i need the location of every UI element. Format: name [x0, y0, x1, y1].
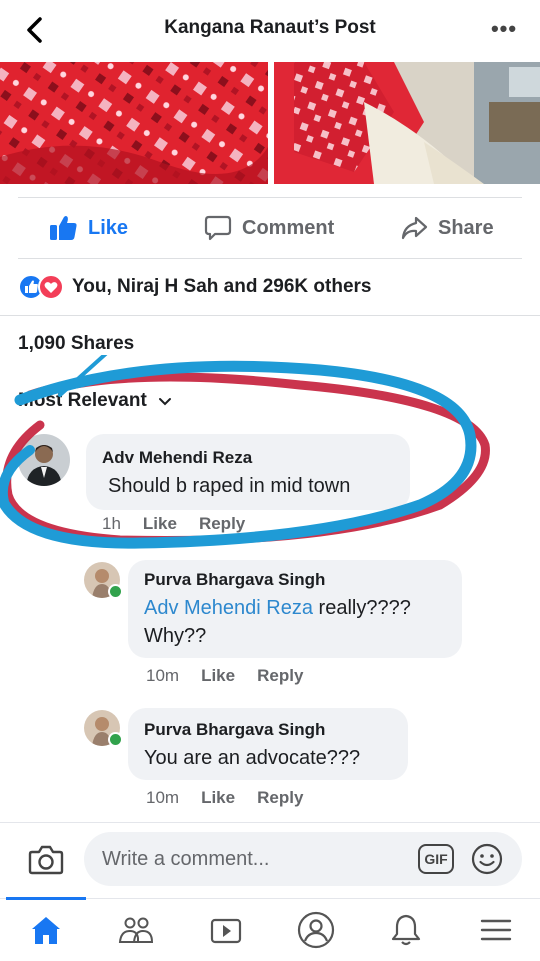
comment-text-part: really???? — [312, 597, 411, 619]
friends-icon — [118, 917, 154, 943]
profile-icon — [297, 911, 335, 949]
comment-text: You are an advocate??? — [144, 747, 361, 769]
comment-meta: 10m Like Reply — [146, 666, 303, 686]
comment-time: 1h — [102, 514, 121, 533]
comment-reply-link[interactable]: Reply — [199, 514, 245, 533]
outfit-photo-image — [274, 62, 540, 184]
comment-bubble[interactable]: Purva Bhargava Singh You are an advocate… — [128, 708, 408, 780]
comment-text: Adv Mehendi Reza really???? — [144, 594, 411, 622]
avatar[interactable] — [18, 434, 70, 486]
reactions-text: You, Niraj H Sah and 296K others — [72, 276, 372, 297]
share-arrow-icon — [401, 216, 428, 240]
post-photo-right[interactable] — [274, 62, 540, 184]
nav-home[interactable] — [16, 902, 76, 958]
gif-button[interactable]: GIF — [418, 844, 454, 874]
comment-bubble[interactable]: Purva Bhargava Singh Adv Mehendi Reza re… — [128, 560, 462, 658]
nav-notifications[interactable] — [376, 902, 436, 958]
watch-icon — [210, 918, 242, 944]
comment-meta: 10m Like Reply — [146, 788, 303, 808]
nav-profile[interactable] — [286, 902, 346, 958]
sort-label: Most Relevant — [18, 390, 147, 411]
comment-meta: 1h Like Reply — [102, 514, 245, 534]
emoji-button[interactable] — [470, 842, 504, 876]
fabric-photo-image — [0, 62, 268, 184]
page-title: Kangana Ranaut’s Post — [164, 17, 376, 38]
comment-label: Comment — [242, 216, 335, 239]
love-reaction-icon — [38, 274, 64, 300]
bottom-navigation — [0, 898, 540, 961]
comment-button[interactable]: Comment — [204, 206, 334, 250]
comment-text-line2: Why?? — [144, 625, 207, 647]
comment-reply-link[interactable]: Reply — [257, 788, 303, 807]
comment-like-link[interactable]: Like — [201, 788, 235, 807]
post-photo-left[interactable] — [0, 62, 268, 184]
share-button[interactable]: Share — [400, 206, 494, 250]
comment-input[interactable] — [84, 832, 522, 886]
divider — [0, 315, 540, 316]
reactions-summary[interactable]: You, Niraj H Sah and 296K others — [18, 272, 372, 302]
notifications-icon — [391, 914, 421, 946]
comment-sort-dropdown[interactable]: Most Relevant — [18, 390, 175, 412]
chevron-down-icon — [158, 398, 171, 406]
camera-icon — [28, 845, 64, 875]
divider — [18, 258, 522, 259]
online-status-dot — [108, 584, 123, 599]
mention-link[interactable]: Adv Mehendi Reza — [144, 597, 313, 619]
commenter-photo-image — [18, 434, 70, 486]
menu-icon — [480, 919, 512, 941]
shares-count[interactable]: 1,090 Shares — [18, 333, 134, 355]
comment-author[interactable]: Purva Bhargava Singh — [144, 720, 325, 740]
home-icon — [32, 917, 60, 944]
more-options-button[interactable]: ••• — [484, 14, 524, 44]
comment-author[interactable]: Purva Bhargava Singh — [144, 570, 325, 590]
divider — [18, 197, 522, 198]
comment-like-link[interactable]: Like — [143, 514, 177, 533]
nav-friends[interactable] — [106, 902, 166, 958]
nav-menu[interactable] — [466, 902, 526, 958]
camera-button[interactable] — [26, 840, 66, 880]
comment-bubble[interactable]: Adv Mehendi Reza Should b raped in mid t… — [86, 434, 410, 510]
active-tab-indicator — [6, 897, 86, 900]
comment-like-link[interactable]: Like — [201, 666, 235, 685]
comment-author[interactable]: Adv Mehendi Reza — [102, 448, 252, 468]
share-label: Share — [438, 216, 494, 239]
like-label: Like — [88, 216, 129, 239]
like-button[interactable]: Like — [48, 206, 128, 250]
comment-text: Should b raped in mid town — [108, 475, 351, 497]
comment-reply-link[interactable]: Reply — [257, 666, 303, 685]
nav-watch[interactable] — [196, 902, 256, 958]
online-status-dot — [108, 732, 123, 747]
thumbs-up-icon — [50, 216, 77, 240]
comment-time: 10m — [146, 788, 180, 807]
smiley-icon — [471, 843, 503, 875]
comment-time: 10m — [146, 666, 180, 685]
comment-icon — [204, 215, 232, 241]
